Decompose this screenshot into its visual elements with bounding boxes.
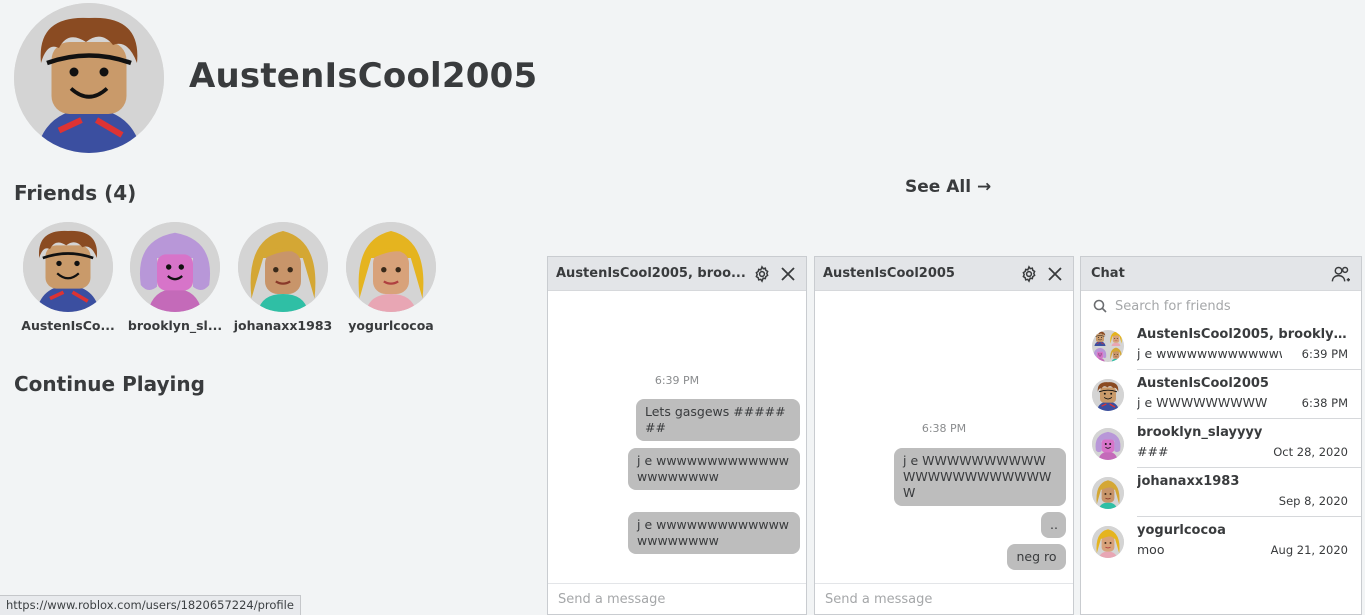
conversation-item[interactable]: yogurlcocoa moo Aug 21, 2020 [1081,517,1361,566]
conversation-last-message: moo [1137,542,1165,557]
conversation-item[interactable]: johanaxx1983 Sep 8, 2020 [1081,468,1361,517]
friend-avatar[interactable] [346,222,436,312]
message-timestamp: 6:38 PM [921,422,967,435]
conversation-avatar [1092,379,1124,411]
message-input[interactable]: Send a message [548,583,806,614]
friend-tile[interactable]: brooklyn_sl... [125,222,225,333]
friends-section-title: Friends (4) [14,181,137,205]
chat-window-title: AustenIsCool2005, broo... [556,266,746,281]
conversation-time: 6:38 PM [1301,396,1348,410]
friend-tile[interactable]: yogurlcocoa [341,222,441,333]
friend-name[interactable]: brooklyn_sl... [125,318,225,333]
conversation-avatar [1092,428,1124,460]
friend-name[interactable]: AustenIsCo... [18,318,118,333]
close-icon[interactable] [1045,264,1065,284]
conversation-time: 6:39 PM [1301,347,1348,361]
friend-avatar[interactable] [23,222,113,312]
friend-name[interactable]: johanaxx1983 [233,318,333,333]
conversation-item[interactable]: AustenIsCool2005, brooklyn_sl... j e www… [1081,321,1361,370]
message-list[interactable]: 6:39 PM Lets gasgews ####### j e wwwwwww… [548,291,806,583]
search-input[interactable]: Search for friends [1115,299,1231,314]
conversation-name: AustenIsCool2005, brooklyn_sl... [1137,327,1352,342]
conversation-item[interactable]: AustenIsCool2005 j e WWWWWWWWW 6:38 PM [1081,370,1361,419]
continue-playing-title: Continue Playing [14,372,205,396]
search-icon [1093,299,1107,313]
conversation-time: Oct 28, 2020 [1273,445,1348,459]
chat-window-group: AustenIsCool2005, broo... 6:39 PM Lets g… [547,256,807,615]
conversation-avatar [1092,526,1124,558]
conversation-name: johanaxx1983 [1137,474,1240,489]
message-bubble: j e wwwwwwwwwwwwwwwwwwwww [628,512,800,554]
conversation-time: Sep 8, 2020 [1278,494,1348,508]
chat-window-direct: AustenIsCool2005 6:38 PM j e WWWWWWWWWWW… [814,256,1074,615]
friend-avatar[interactable] [238,222,328,312]
message-bubble: Lets gasgews ####### [636,399,800,441]
close-icon[interactable] [778,264,798,284]
message-input[interactable]: Send a message [815,583,1073,614]
message-list[interactable]: 6:38 PM j e WWWWWWWWWWWWWWWWWWWWWWW .. n… [815,291,1073,583]
chat-window-title: AustenIsCool2005 [823,266,955,281]
message-bubble: .. [1041,512,1066,538]
chat-panel: Chat Search for friends AustenIsCool2005… [1080,256,1362,615]
conversation-item[interactable]: brooklyn_slayyyy ### Oct 28, 2020 [1081,419,1361,468]
conversation-group-avatar [1092,330,1124,362]
gear-icon[interactable] [1019,264,1039,284]
gear-icon[interactable] [752,264,772,284]
friend-avatar[interactable] [130,222,220,312]
friend-tile[interactable]: johanaxx1983 [233,222,333,333]
message-bubble: j e wwwwwwwwwwwwwwwwwwwww [628,448,800,490]
status-bar-url: https://www.roblox.com/users/1820657224/… [0,595,301,615]
friend-name[interactable]: yogurlcocoa [341,318,441,333]
chat-window-header[interactable]: AustenIsCool2005 [815,257,1073,291]
add-friends-icon[interactable] [1331,264,1351,284]
profile-avatar[interactable] [14,3,164,153]
conversation-last-message: j e WWWWWWWWW [1137,395,1268,410]
conversation-time: Aug 21, 2020 [1270,543,1348,557]
message-timestamp: 6:39 PM [654,374,700,387]
conversation-name: yogurlcocoa [1137,523,1226,538]
conversation-avatar [1092,477,1124,509]
friend-tile[interactable]: AustenIsCo... [18,222,118,333]
message-bubble: neg ro [1007,544,1066,570]
chat-window-header[interactable]: AustenIsCool2005, broo... [548,257,806,291]
conversation-name: brooklyn_slayyyy [1137,425,1263,440]
conversation-last-message: j e wwwwwwwwwwwwwv [1137,346,1282,361]
conversation-name: AustenIsCool2005 [1137,376,1269,391]
chat-panel-title: Chat [1091,266,1125,281]
message-bubble: j e WWWWWWWWWWWWWWWWWWWWWWW [894,448,1066,506]
profile-username: AustenIsCool2005 [189,56,538,96]
chat-panel-header[interactable]: Chat [1081,257,1361,291]
see-all-link[interactable]: See All → [905,177,991,197]
conversation-last-message: ### [1137,444,1169,459]
friend-search[interactable]: Search for friends [1081,291,1361,321]
